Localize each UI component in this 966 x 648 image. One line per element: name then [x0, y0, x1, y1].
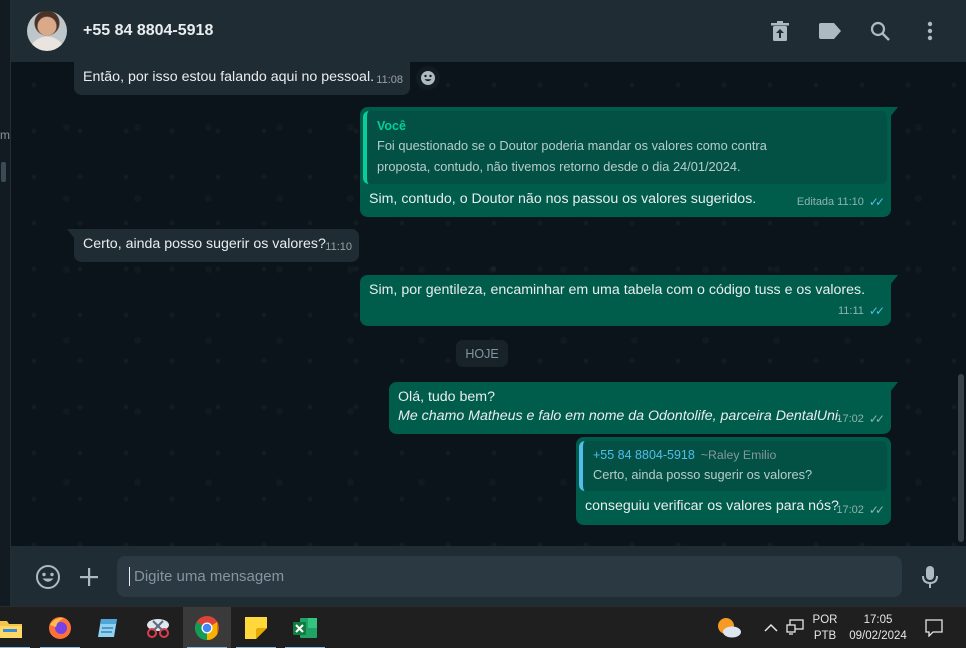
composer-bar: Digite uma mensagem: [11, 546, 966, 606]
file-explorer-icon[interactable]: [0, 607, 34, 648]
message-meta: 11:10: [325, 238, 352, 257]
text-caret: [129, 567, 130, 586]
message-time: 11:10: [325, 241, 352, 253]
message-time: 11:11: [837, 305, 864, 317]
clock-time: 17:05: [863, 614, 893, 626]
react-emoji-button[interactable]: [416, 66, 440, 90]
label-icon[interactable]: [818, 19, 842, 43]
firefox-icon[interactable]: [36, 607, 84, 648]
outgoing-message[interactable]: Olá, tudo bem? Me chamo Matheus e falo e…: [389, 382, 898, 434]
contact-avatar[interactable]: [27, 11, 67, 51]
bubble-tail: [890, 275, 898, 285]
quoted-text-line2: proposta, contudo, não tivemos retorno d…: [377, 159, 741, 174]
delivered-ticks-icon: ✓✓: [868, 503, 885, 517]
message-text-line1: Olá, tudo bem?: [398, 389, 496, 405]
weather-icon[interactable]: [716, 617, 742, 644]
clock[interactable]: 17:05 09/02/2024: [843, 612, 913, 644]
chat-list-scrollbar[interactable]: [1, 162, 6, 182]
search-icon[interactable]: [868, 19, 892, 43]
mic-icon[interactable]: [917, 564, 943, 590]
message-text: Sim, por gentileza, encaminhar em uma ta…: [369, 282, 866, 298]
contact-name[interactable]: +55 84 8804-5918: [83, 22, 213, 40]
message-time: 17:02: [836, 504, 864, 516]
message-time: 11:10: [837, 196, 864, 208]
edited-label: Editada: [796, 196, 835, 208]
attach-plus-icon[interactable]: [76, 564, 102, 590]
menu-icon[interactable]: [918, 19, 942, 43]
quoted-text: Certo, ainda posso sugerir os valores?: [593, 467, 813, 482]
message-text-line2: Me chamo Matheus e falo em nome da Odont…: [398, 408, 842, 424]
conversation-header: +55 84 8804-5918: [11, 0, 966, 62]
screen: m +55 84 8804-5918 Então, por isso estou…: [0, 0, 966, 648]
delivered-ticks-icon: ✓✓: [868, 412, 885, 426]
chat-list-pane-edge: m: [0, 0, 11, 606]
excel-icon[interactable]: [281, 607, 329, 648]
message-meta: 17:02 ✓✓: [836, 410, 885, 429]
language-code: POR: [812, 614, 838, 626]
outgoing-message[interactable]: +55 84 8804-5918 ~Raley Emilio Certo, ain…: [576, 437, 891, 525]
windows-taskbar: POR PTB 17:05 09/02/2024: [0, 606, 966, 648]
message-meta: 17:02 ✓✓: [836, 501, 885, 520]
keyboard-layout: PTB: [813, 630, 837, 642]
quoted-message[interactable]: Você Foi questionado se o Doutor poderia…: [363, 111, 887, 184]
message-time: 11:08: [376, 74, 403, 86]
outgoing-message[interactable]: Sim, por gentileza, encaminhar em uma ta…: [360, 275, 898, 326]
incoming-message[interactable]: Certo, ainda posso sugerir os valores? 1…: [67, 229, 359, 262]
message-list[interactable]: Então, por isso estou falando aqui no pe…: [11, 62, 966, 546]
quoted-author: +55 84 8804-5918 ~Raley Emilio: [593, 446, 877, 464]
message-text: Então, por isso estou falando aqui no pe…: [83, 69, 375, 85]
clock-date: 09/02/2024: [849, 630, 907, 642]
message-input-placeholder: Digite uma mensagem: [134, 568, 285, 585]
notifications-icon[interactable]: [925, 619, 943, 642]
bubble-tail: [890, 107, 898, 117]
message-meta: 11:11 ✓✓: [837, 302, 885, 321]
quoted-author-alias: ~Raley Emilio: [700, 448, 777, 462]
bubble-tail: [67, 229, 75, 239]
input-language-indicator[interactable]: POR PTB: [807, 612, 843, 644]
message-text: Certo, ainda posso sugerir os valores?: [83, 236, 326, 252]
message-input[interactable]: Digite uma mensagem: [117, 556, 902, 597]
delete-icon[interactable]: [768, 19, 792, 43]
chrome-icon[interactable]: [183, 607, 231, 648]
sticky-notes-icon[interactable]: [232, 607, 280, 648]
message-meta: Editada 11:10 ✓✓: [796, 193, 885, 212]
read-ticks-icon: ✓✓: [868, 304, 885, 318]
incoming-message[interactable]: Então, por isso estou falando aqui no pe…: [74, 62, 410, 95]
bubble-tail: [890, 382, 898, 392]
network-icon[interactable]: [786, 619, 804, 640]
date-separator: HOJE: [456, 340, 508, 367]
quoted-author: Você: [377, 119, 406, 133]
snipping-tool-icon[interactable]: [134, 607, 182, 648]
read-ticks-icon: ✓✓: [868, 195, 885, 209]
quoted-message[interactable]: +55 84 8804-5918 ~Raley Emilio Certo, ain…: [579, 441, 887, 491]
quoted-author-number: +55 84 8804-5918: [593, 448, 695, 462]
notepad-icon[interactable]: [84, 607, 132, 648]
emoji-icon[interactable]: [35, 564, 61, 590]
message-list-scrollbar[interactable]: [958, 374, 964, 542]
show-hidden-icons-chevron-icon[interactable]: [764, 620, 778, 638]
chat-list-fragment: m: [0, 128, 10, 142]
outgoing-message[interactable]: Você Foi questionado se o Doutor poderia…: [360, 107, 898, 217]
message-meta: 11:08: [376, 71, 403, 90]
message-time: 17:02: [836, 413, 864, 425]
quoted-text-line1: Foi questionado se o Doutor poderia mand…: [377, 138, 767, 153]
